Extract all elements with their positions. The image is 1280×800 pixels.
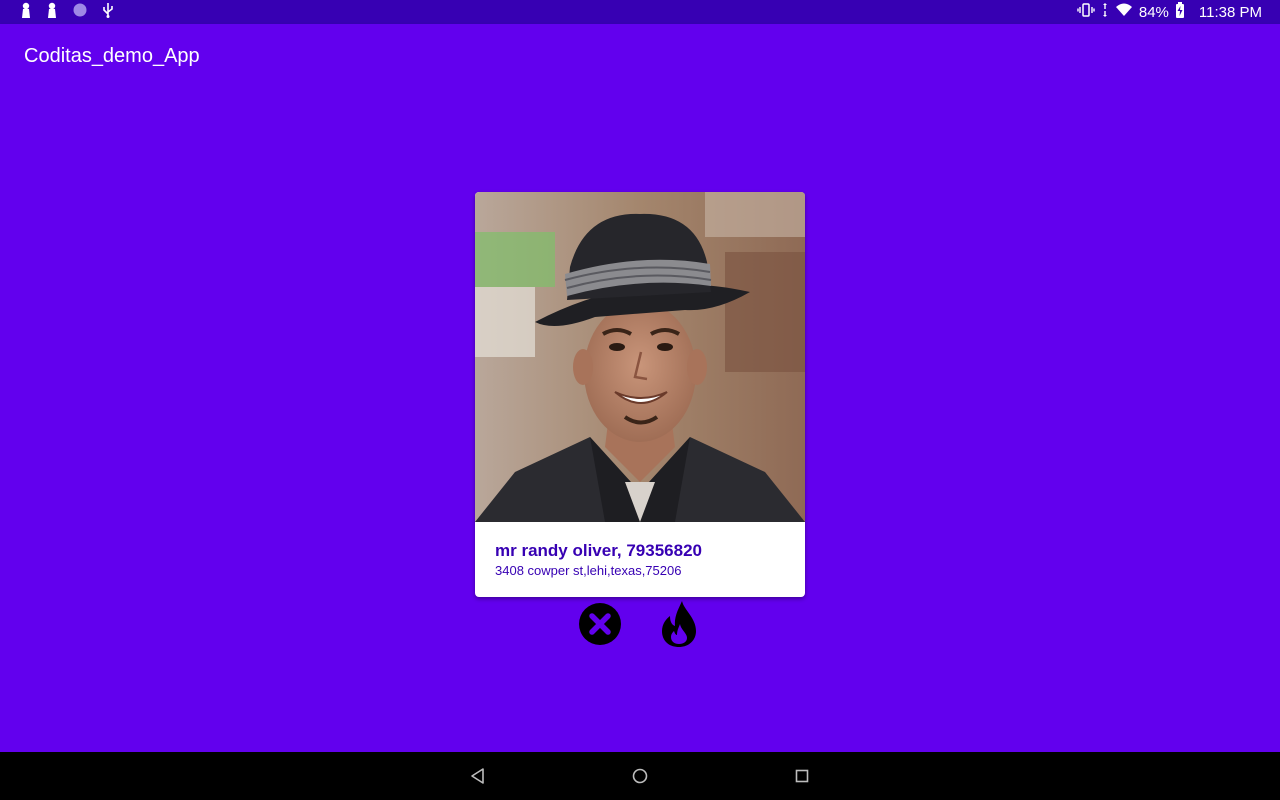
data-arrows-icon (1101, 2, 1109, 22)
reject-button[interactable] (579, 603, 621, 645)
status-bar: 84% 11:38 PM (0, 0, 1280, 24)
wifi-icon (1115, 2, 1133, 22)
profile-address: 3408 cowper st,lehi,texas,75206 (495, 563, 682, 578)
recents-icon[interactable] (792, 766, 812, 786)
fire-icon (662, 601, 696, 647)
battery-percent: 84% (1138, 3, 1169, 21)
card-info: mr randy oliver, 79356820 3408 cowper st… (475, 522, 805, 579)
close-icon (579, 603, 621, 645)
profile-photo (475, 192, 805, 522)
home-icon[interactable] (630, 766, 650, 786)
battery-charging-icon (1175, 2, 1185, 22)
notification-icon (20, 2, 32, 22)
circle-icon (72, 2, 88, 22)
clock: 11:38 PM (1198, 3, 1262, 21)
profile-card[interactable]: mr randy oliver, 79356820 3408 cowper st… (475, 192, 805, 597)
vibrate-icon (1077, 2, 1095, 22)
like-button[interactable] (660, 600, 698, 648)
app-title: Coditas_demo_App (24, 44, 200, 67)
status-right: 84% 11:38 PM (1077, 2, 1262, 22)
notification-icon (46, 2, 58, 22)
back-icon[interactable] (468, 766, 488, 786)
app-bar: Coditas_demo_App (0, 24, 1280, 88)
usb-icon (102, 2, 114, 22)
navigation-bar (0, 752, 1280, 800)
status-left (20, 2, 114, 22)
profile-name: mr randy oliver, 79356820 (495, 541, 702, 560)
main-content: mr randy oliver, 79356820 3408 cowper st… (0, 88, 1280, 752)
